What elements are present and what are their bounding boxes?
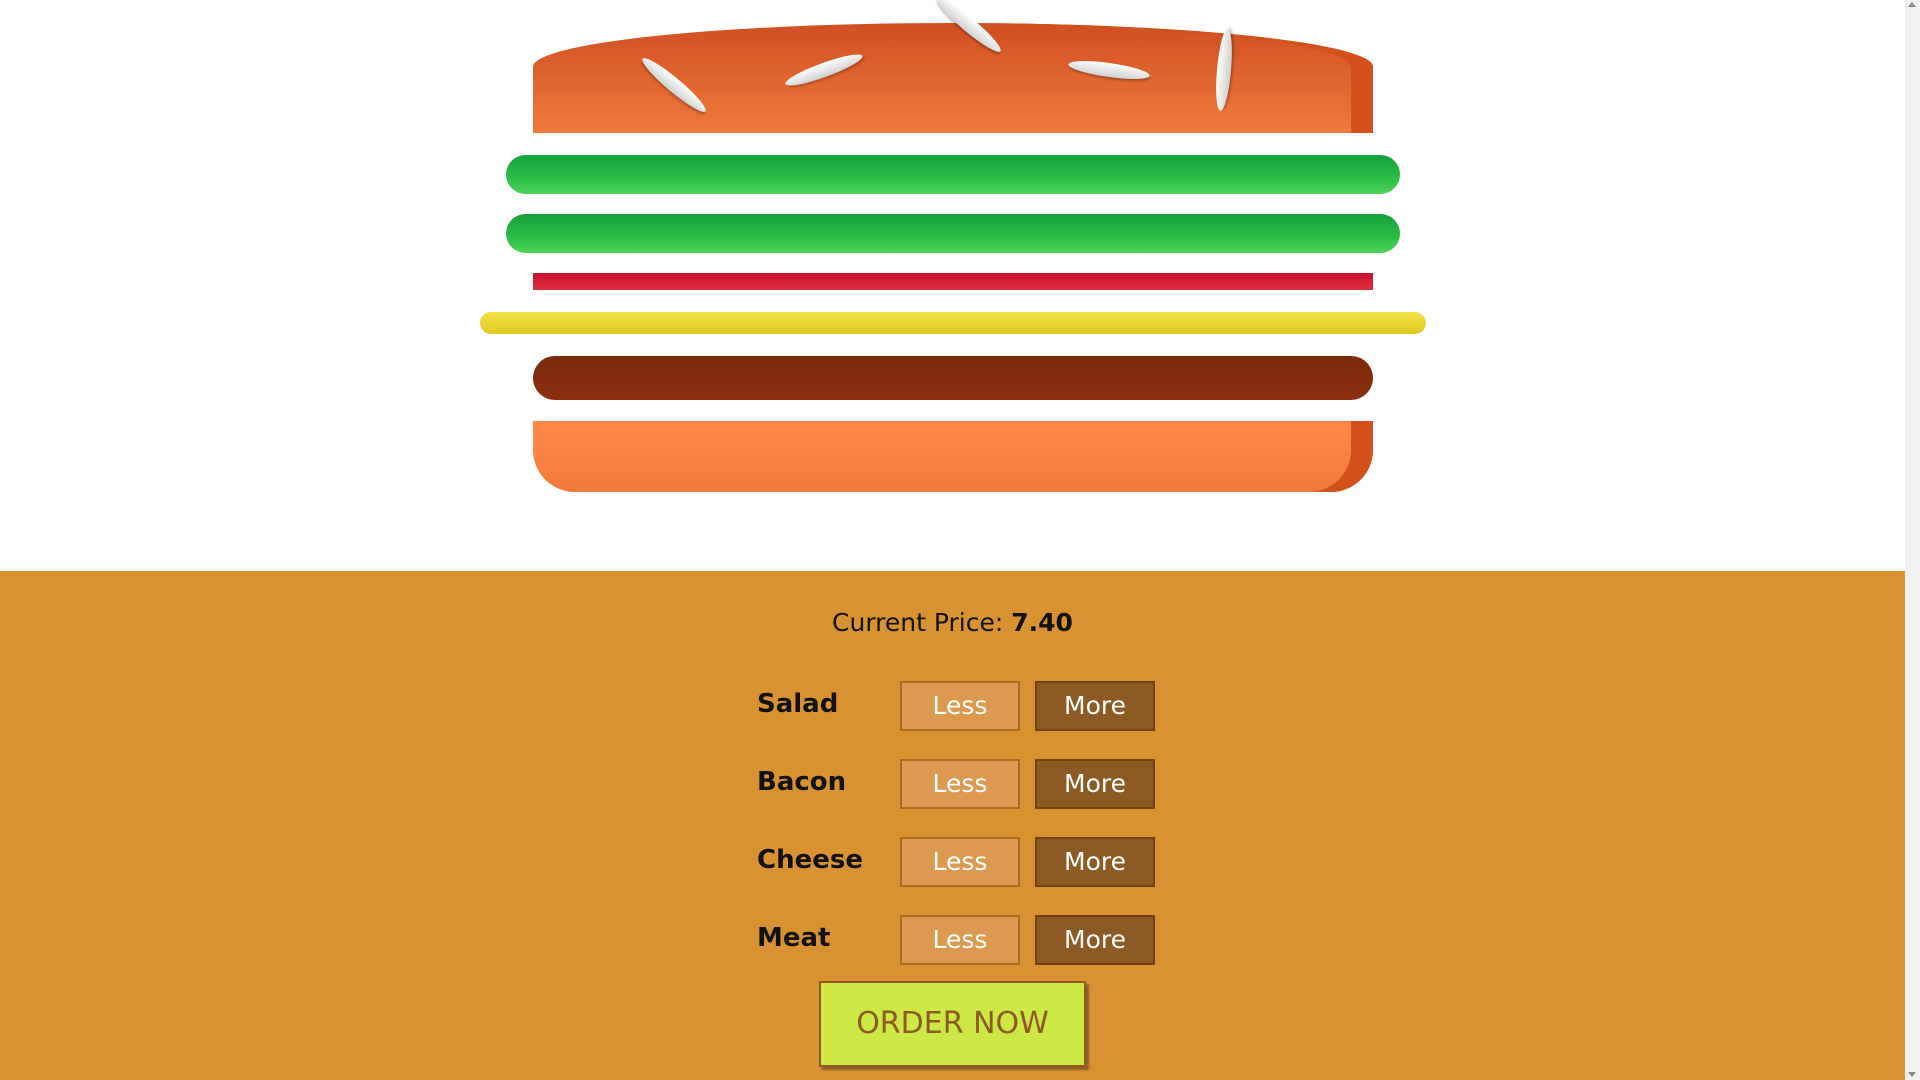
price-value: 7.40 [1011, 608, 1073, 637]
ingredient-label: Bacon [757, 767, 847, 797]
bread-top [533, 0, 1373, 133]
meat-less-button[interactable]: Less [900, 915, 1020, 965]
bacon-less-button[interactable]: Less [900, 759, 1020, 809]
scroll-down-arrow-icon[interactable] [1908, 1072, 1916, 1077]
bacon-more-button[interactable]: More [1035, 759, 1155, 809]
bread-bottom [533, 421, 1373, 492]
bacon-layer [533, 273, 1373, 290]
build-control-cheese: Cheese Less More [757, 837, 1157, 887]
sesame-seed [933, 0, 1005, 57]
burger-preview [0, 0, 1905, 571]
salad-layer [506, 155, 1400, 194]
build-control-meat: Meat Less More [757, 915, 1157, 965]
build-controls: Current Price: 7.40 Salad Less More Baco… [0, 571, 1905, 1080]
cheese-less-button[interactable]: Less [900, 837, 1020, 887]
salad-layer [506, 214, 1400, 253]
sesame-seed [1213, 28, 1235, 112]
sesame-seed [783, 49, 865, 91]
scroll-up-arrow-icon[interactable] [1908, 2, 1916, 7]
sesame-seed [1067, 57, 1151, 83]
current-price: Current Price: 7.40 [0, 608, 1905, 637]
order-now-button[interactable]: ORDER NOW [819, 981, 1086, 1067]
cheese-layer [480, 312, 1426, 334]
ingredient-label: Meat [757, 923, 831, 953]
ingredient-label: Salad [757, 689, 839, 719]
price-label: Current Price: [832, 608, 1012, 637]
vertical-scrollbar[interactable] [1905, 0, 1920, 1080]
meat-more-button[interactable]: More [1035, 915, 1155, 965]
build-control-bacon: Bacon Less More [757, 759, 1157, 809]
ingredient-label: Cheese [757, 845, 863, 875]
build-control-salad: Salad Less More [757, 681, 1157, 731]
salad-more-button[interactable]: More [1035, 681, 1155, 731]
cheese-more-button[interactable]: More [1035, 837, 1155, 887]
salad-less-button[interactable]: Less [900, 681, 1020, 731]
sesame-seed [638, 53, 710, 117]
meat-layer [533, 356, 1373, 400]
